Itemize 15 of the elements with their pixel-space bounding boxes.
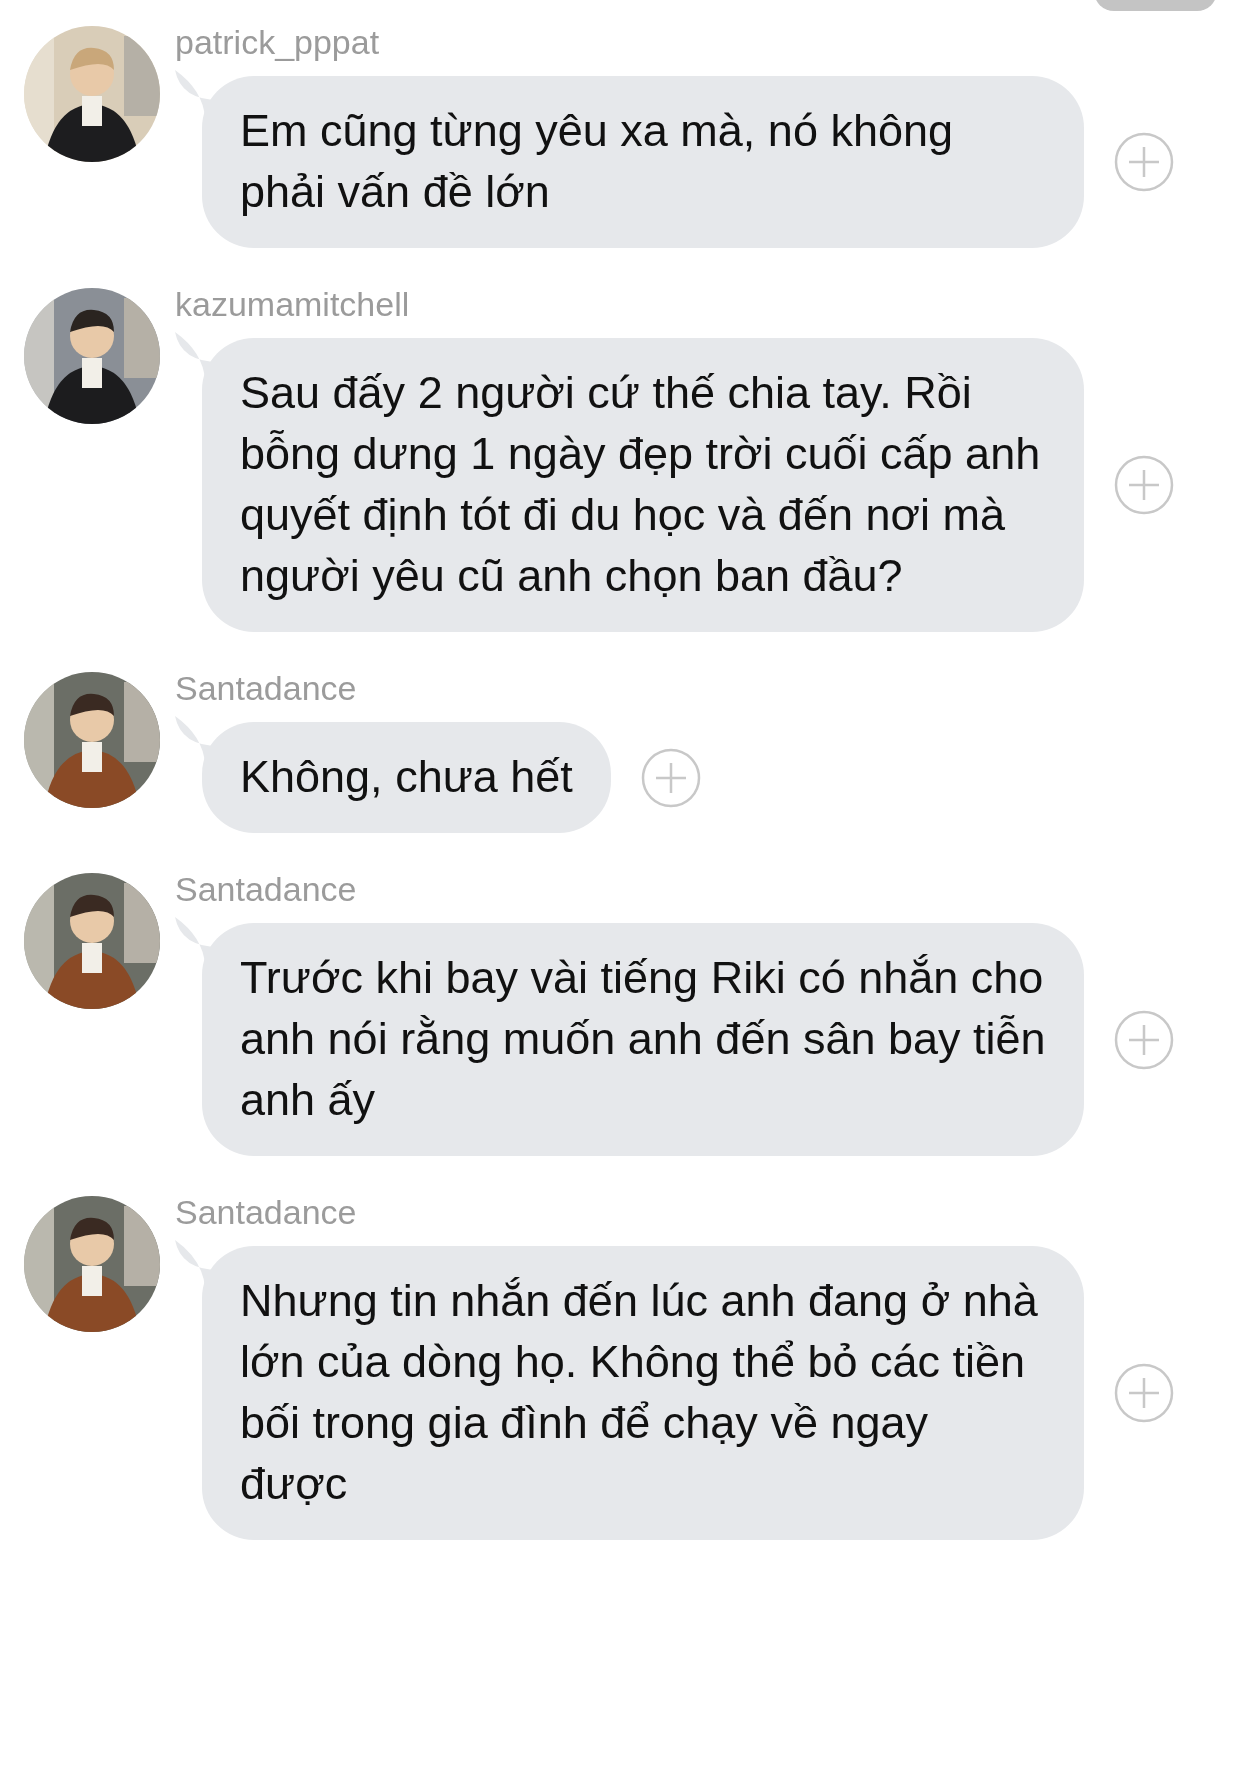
add-reaction-icon[interactable] [640,747,701,808]
username: Santadance [175,869,357,909]
message-bubble: Không, chưa hết [202,722,611,833]
add-reaction-icon[interactable] [1114,132,1174,192]
add-reaction-icon[interactable] [1114,1363,1174,1423]
username: Santadance [175,1192,357,1232]
message-bubble: Nhưng tin nhắn đến lúc anh đang ở nhà lớn của dòng họ. Không thể bỏ các tiền bối trong gia đình để chạy về ngay được [202,1246,1084,1540]
message-bubble: Em cũng từng yêu xa mà, nó không phải vấn đề lớn [202,76,1084,248]
add-reaction-icon[interactable] [1114,455,1174,515]
username: kazumamitchell [175,284,410,324]
username: Santadance [175,668,357,708]
message-bubble: Trước khi bay vài tiếng Riki có nhắn cho anh nói rằng muốn anh đến sân bay tiễn anh ấy [202,923,1084,1156]
add-reaction-icon[interactable] [1114,1009,1174,1070]
username: patrick_pppat [175,22,380,62]
message-bubble: Sau đấy 2 người cứ thế chia tay. Rồi bỗng dưng 1 ngày đẹp trời cuối cấp anh quyết định tót đi du học và đến nơi mà người yêu cũ anh chọn ban đầu? [202,338,1084,632]
